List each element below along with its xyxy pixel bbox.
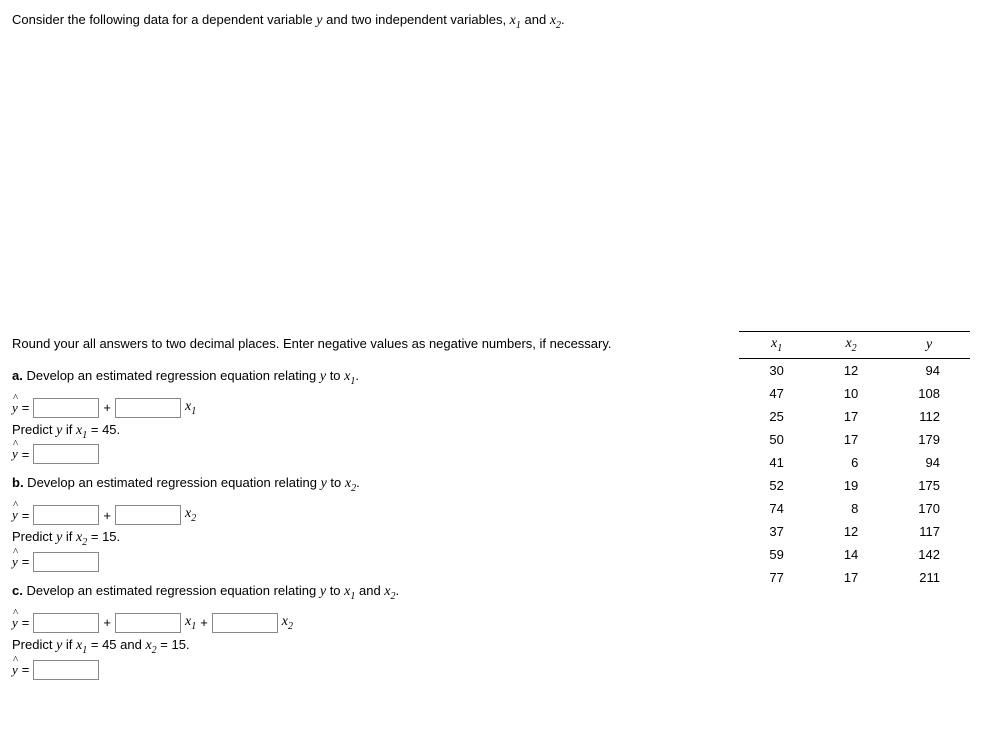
part-c-intercept-input[interactable] <box>33 613 99 633</box>
yhat-symbol: y <box>12 400 18 416</box>
table-row: 301294 <box>739 358 970 382</box>
intro-text: Consider the following data for a depend… <box>12 12 980 31</box>
yhat-symbol: y <box>12 507 18 523</box>
part-c-label: c. <box>12 583 23 598</box>
part-a-label: a. <box>12 368 23 383</box>
part-a-slope-input[interactable] <box>115 398 181 418</box>
part-c-predict-answer: y = <box>12 660 980 680</box>
table-header-x2: x2 <box>814 331 888 358</box>
part-a-predict-input[interactable] <box>33 444 99 464</box>
data-table: x1 x2 y 301294 4710108 2517112 5017179 4… <box>739 331 970 589</box>
yhat-symbol: y <box>12 615 18 631</box>
table-header-x1: x1 <box>739 331 813 358</box>
table-row: 748170 <box>739 497 970 520</box>
part-c-equation: y = + x1 + x2 <box>12 613 980 633</box>
yhat-symbol: y <box>12 662 18 678</box>
table-row: 3712117 <box>739 520 970 543</box>
yhat-symbol: y <box>12 446 18 462</box>
table-row: 5914142 <box>739 543 970 566</box>
table-header-y: y <box>888 331 970 358</box>
yhat-symbol: y <box>12 554 18 570</box>
part-c-slope1-input[interactable] <box>115 613 181 633</box>
table-row: 2517112 <box>739 405 970 428</box>
part-c-predict-input[interactable] <box>33 660 99 680</box>
table-row: 7717211 <box>739 566 970 589</box>
part-a-intercept-input[interactable] <box>33 398 99 418</box>
table-row: 5017179 <box>739 428 970 451</box>
part-c-predict-text: Predict y if x1 = 45 and x2 = 15. <box>12 637 980 656</box>
part-b-label: b. <box>12 475 24 490</box>
table-row: 4710108 <box>739 382 970 405</box>
part-b-slope-input[interactable] <box>115 505 181 525</box>
part-c-slope2-input[interactable] <box>212 613 278 633</box>
part-b-predict-input[interactable] <box>33 552 99 572</box>
table-row: 41694 <box>739 451 970 474</box>
part-b-intercept-input[interactable] <box>33 505 99 525</box>
table-row: 5219175 <box>739 474 970 497</box>
